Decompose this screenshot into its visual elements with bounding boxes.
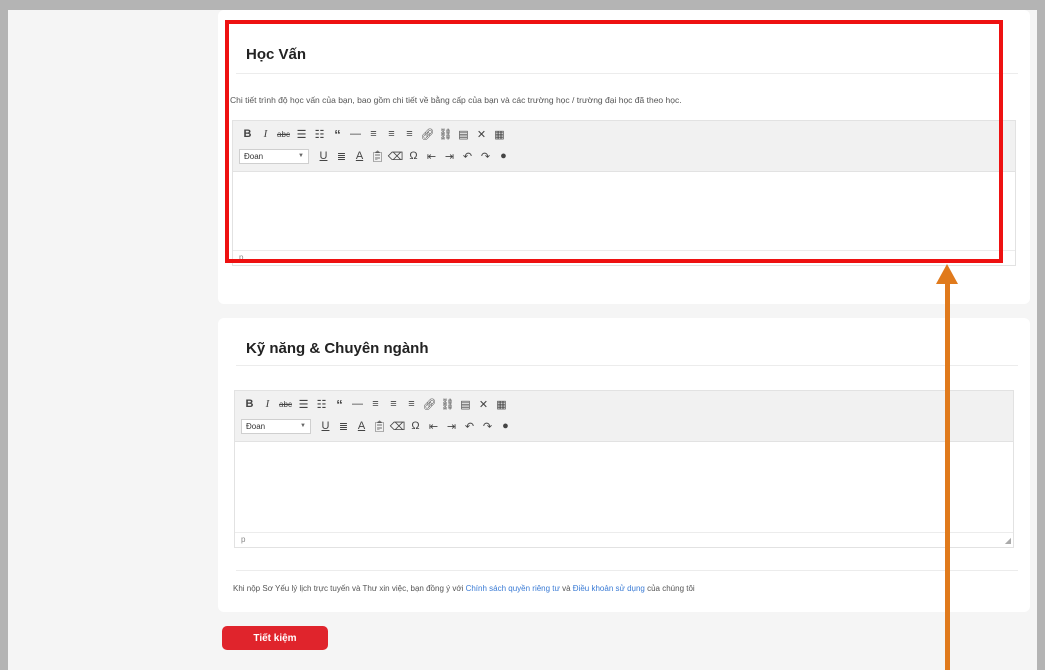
justify-icon[interactable]: ≣ — [335, 418, 352, 434]
save-button[interactable]: Tiết kiệm — [222, 626, 328, 650]
skills-title-divider — [236, 365, 1018, 366]
consent-prefix: Khi nộp Sơ Yếu lý lịch trực tuyến và Thư… — [233, 584, 466, 593]
terms-of-use-link[interactable]: Điều khoản sử dụng — [573, 584, 645, 593]
fullscreen-icon[interactable]: ✕ — [475, 396, 492, 412]
privacy-policy-link[interactable]: Chính sách quyền riêng tư — [466, 584, 560, 593]
read-more-icon[interactable]: ▤ — [457, 396, 474, 412]
strikethrough-icon[interactable]: abc — [277, 396, 294, 412]
resize-handle-icon[interactable]: ◢ — [1005, 536, 1011, 545]
horizontal-rule-icon[interactable]: — — [349, 396, 366, 412]
highlight-annotation-box — [225, 20, 1003, 263]
paste-text-icon[interactable]: 📋︎ — [371, 418, 388, 434]
window-frame-top — [0, 0, 1045, 10]
numbered-list-icon[interactable]: ☷ — [313, 396, 330, 412]
indent-icon[interactable]: ⇥ — [443, 418, 460, 434]
bullet-list-icon[interactable]: ☰ — [295, 396, 312, 412]
consent-text: Khi nộp Sơ Yếu lý lịch trực tuyến và Thư… — [233, 584, 695, 593]
blockquote-icon[interactable]: “ — [331, 396, 348, 412]
underline-icon[interactable]: U — [317, 418, 334, 434]
skills-editor-status-bar: p — [235, 532, 1013, 547]
bold-icon[interactable]: B — [241, 396, 258, 412]
chevron-down-icon: ▼ — [300, 423, 306, 429]
format-select-value: Đoan — [246, 421, 266, 431]
align-right-icon[interactable]: ≡ — [403, 396, 420, 412]
window-frame-right — [1037, 0, 1045, 670]
special-character-icon[interactable]: Ω — [407, 418, 424, 434]
toolbar-toggle-icon[interactable]: ▦ — [493, 396, 510, 412]
window-frame-left — [0, 0, 8, 670]
undo-icon[interactable]: ↶ — [461, 418, 478, 434]
consent-suffix: của chúng tôi — [644, 584, 695, 593]
align-center-icon[interactable]: ≡ — [385, 396, 402, 412]
align-left-icon[interactable]: ≡ — [367, 396, 384, 412]
clear-formatting-icon[interactable]: ⌫ — [389, 418, 406, 434]
format-select[interactable]: Đoan ▼ — [241, 418, 311, 434]
text-color-icon[interactable]: A — [353, 418, 370, 434]
annotation-arrow-shaft — [945, 282, 950, 670]
skills-card: Kỹ năng & Chuyên ngành B I abc ☰ ☷ “ — ≡… — [218, 318, 1030, 612]
consent-middle: và — [559, 584, 573, 593]
skills-editor-toolbar: B I abc ☰ ☷ “ — ≡ ≡ ≡ 🔗︎ ⛓ ▤ ✕ ▦ Đoan ▼ — [235, 391, 1013, 442]
element-path: p — [241, 535, 246, 544]
unlink-icon[interactable]: ⛓ — [439, 396, 456, 412]
skills-title: Kỹ năng & Chuyên ngành — [246, 340, 429, 357]
skills-editor[interactable]: B I abc ☰ ☷ “ — ≡ ≡ ≡ 🔗︎ ⛓ ▤ ✕ ▦ Đoan ▼ — [234, 390, 1014, 548]
annotation-arrow-head — [936, 264, 958, 284]
redo-icon[interactable]: ↷ — [479, 418, 496, 434]
link-icon[interactable]: 🔗︎ — [421, 396, 438, 412]
outdent-icon[interactable]: ⇤ — [425, 418, 442, 434]
italic-icon[interactable]: I — [259, 396, 276, 412]
help-icon[interactable]: ● — [497, 418, 514, 434]
consent-divider — [236, 570, 1018, 571]
